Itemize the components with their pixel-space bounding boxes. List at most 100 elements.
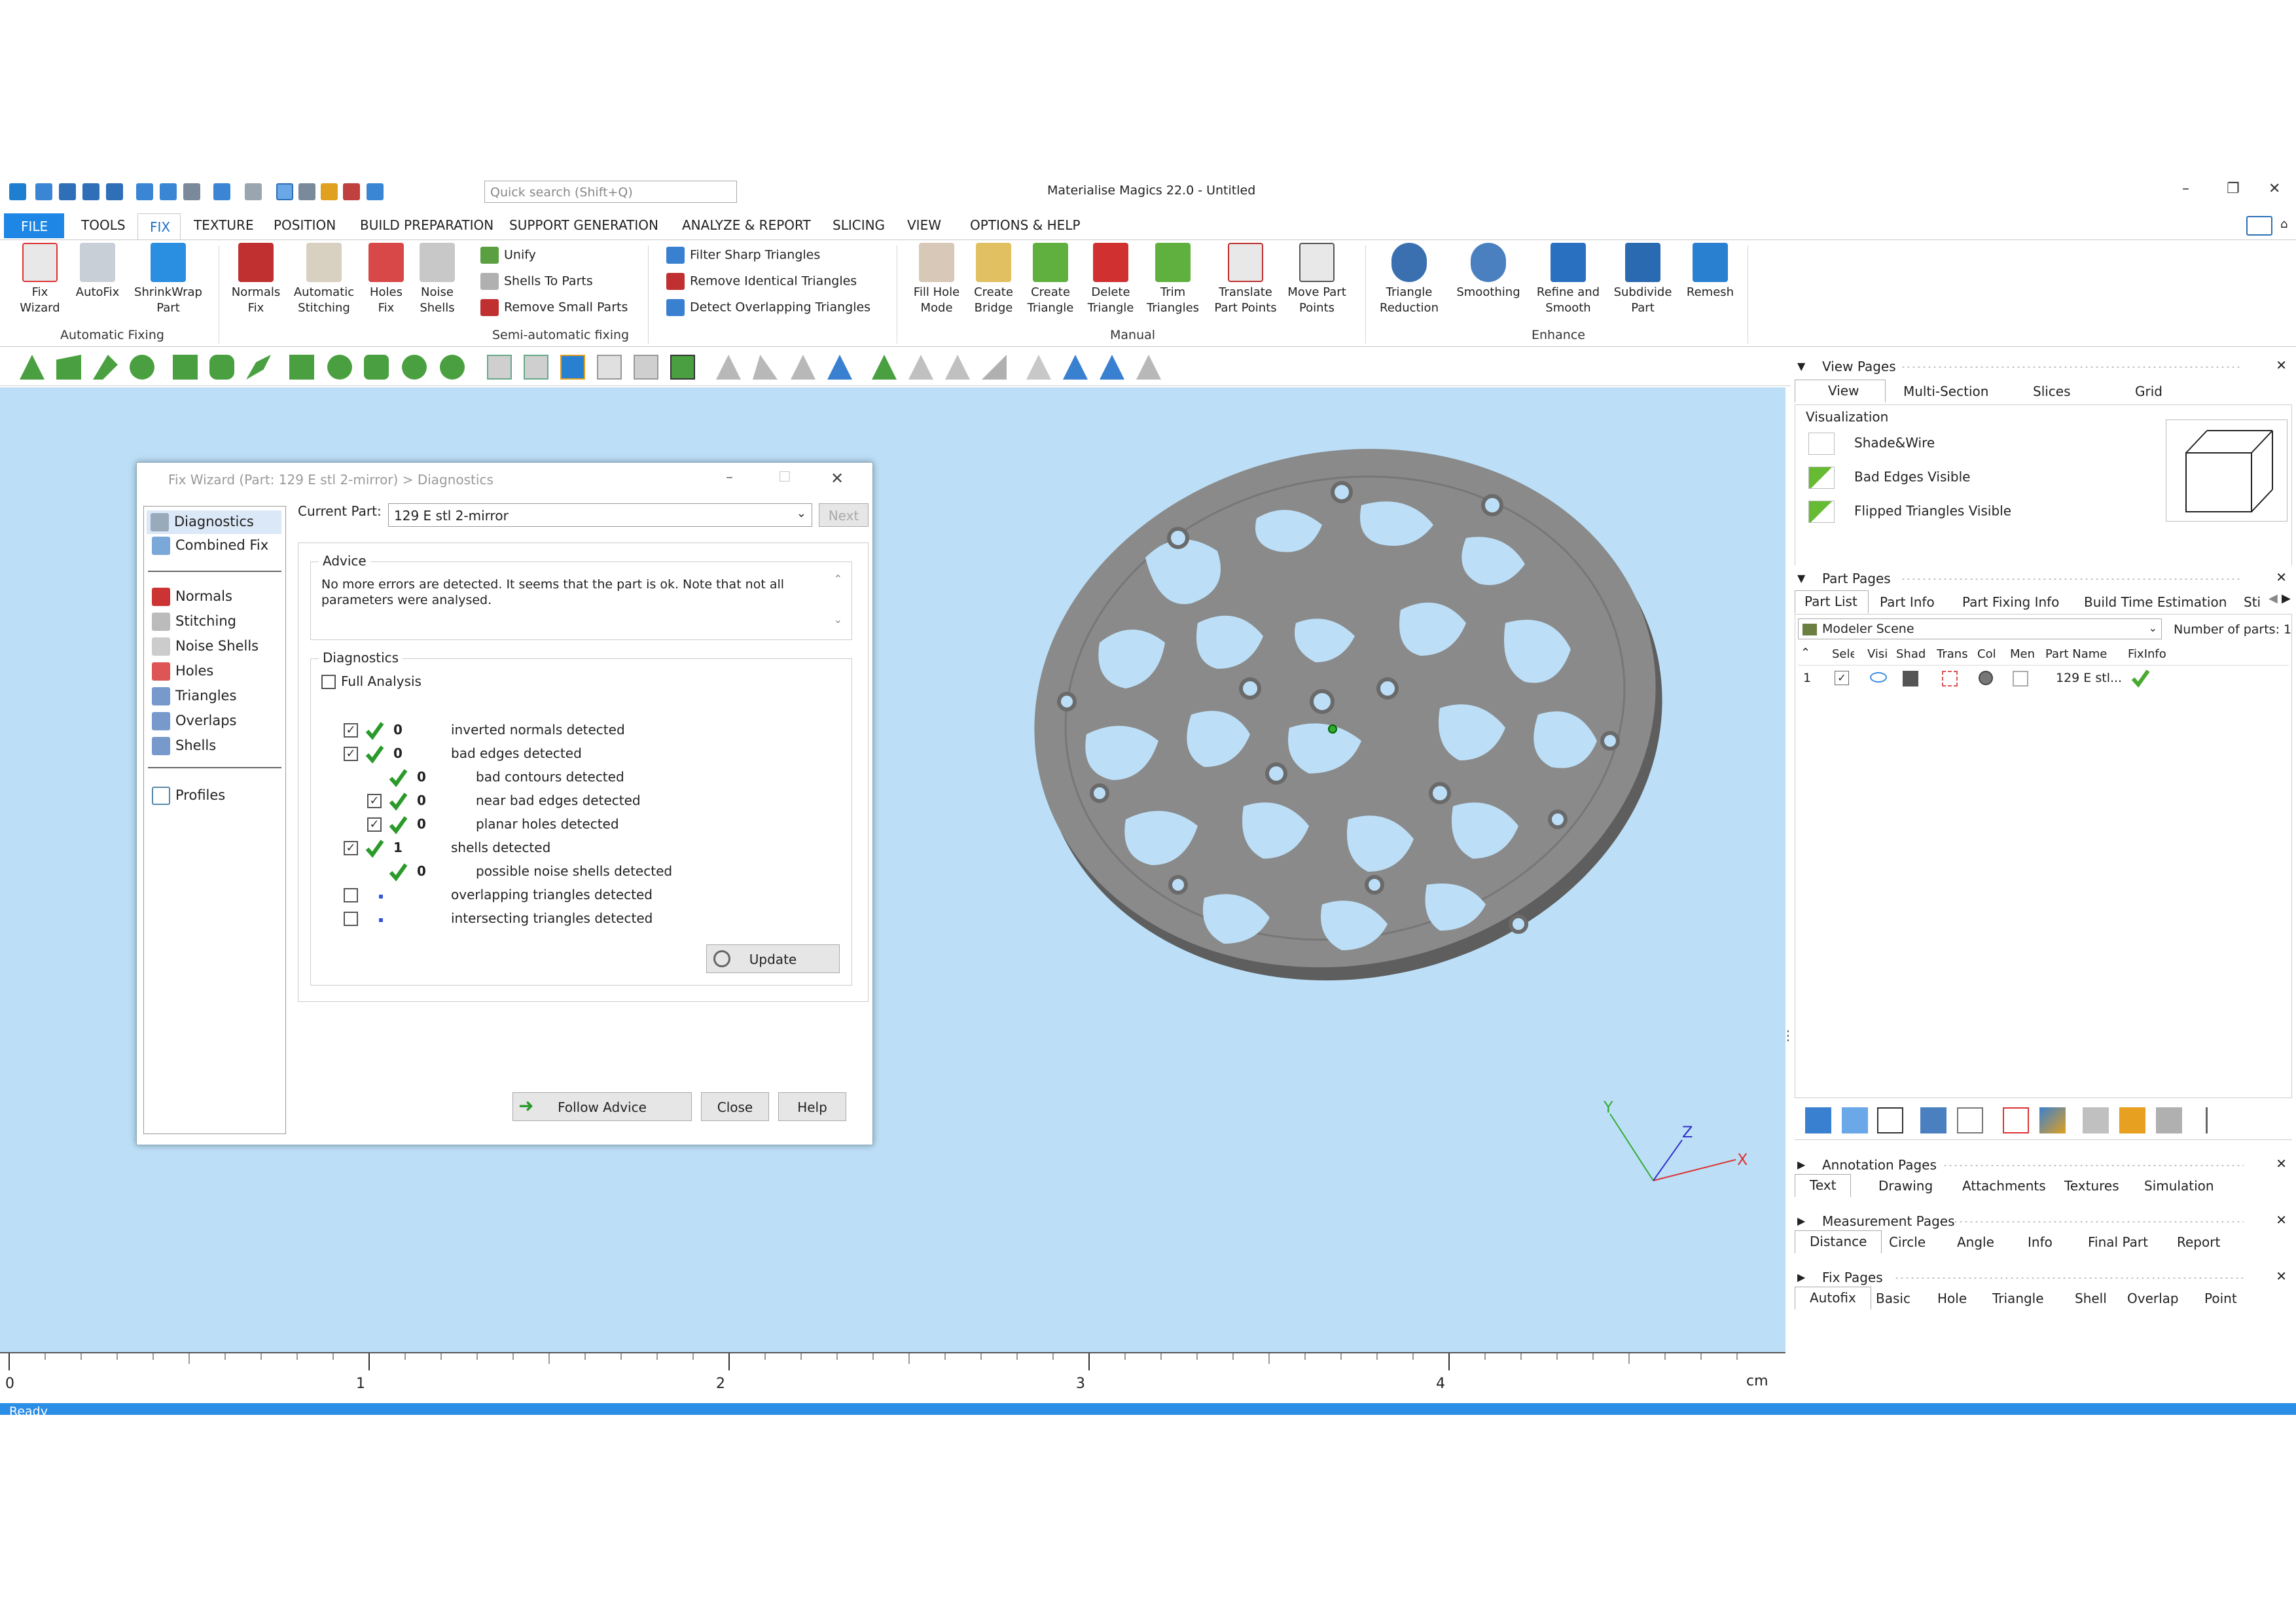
new-icon[interactable] <box>35 183 52 200</box>
tab-overlap[interactable]: Overlap <box>2127 1291 2179 1306</box>
eye-icon[interactable] <box>1870 672 1887 683</box>
tab-report[interactable]: Report <box>2177 1234 2220 1250</box>
part-shrink-icon[interactable] <box>634 355 658 380</box>
select-mode-icon[interactable] <box>276 183 293 200</box>
mark-shell-icon[interactable] <box>130 355 154 380</box>
automatic-stitching-button[interactable]: Automatic Stitching <box>289 243 359 316</box>
col-men[interactable]: Men <box>2010 647 2035 661</box>
unmark-icon-4[interactable] <box>982 355 1007 380</box>
save-part-icon[interactable] <box>160 183 177 200</box>
help-button[interactable]: Help <box>778 1092 846 1121</box>
tab-texture[interactable]: TEXTURE <box>194 217 254 233</box>
tab-sti-truncated[interactable]: Sti <box>2244 594 2266 610</box>
transparent-cube-icon[interactable] <box>1942 671 1958 687</box>
nav-overlaps[interactable]: Overlaps <box>152 712 237 730</box>
mark-connected-icon[interactable] <box>327 355 352 380</box>
edge-icon-4[interactable] <box>1136 355 1161 380</box>
tab-fix[interactable]: FIX <box>137 213 181 241</box>
col-visi[interactable]: Visi <box>1867 647 1892 661</box>
tab-file[interactable]: FILE <box>4 213 64 238</box>
normals-fix-button[interactable]: Normals Fix <box>228 243 284 316</box>
fix-pages-close-icon[interactable]: ✕ <box>2276 1268 2287 1284</box>
advice-scroll-down-icon[interactable]: ⌄ <box>834 613 842 626</box>
planar-holes-checkbox[interactable]: ✓ <box>367 817 382 832</box>
tab-analyze-report[interactable]: ANALYZE & REPORT <box>682 217 811 233</box>
pan-icon[interactable] <box>298 183 315 200</box>
unmark-red-icon[interactable] <box>872 355 897 380</box>
mark-plane-icon[interactable] <box>56 355 81 380</box>
follow-advice-button[interactable]: ➜ Follow Advice <box>512 1092 692 1121</box>
nav-holes[interactable]: Holes <box>152 662 213 681</box>
tab-basic[interactable]: Basic <box>1876 1291 1910 1306</box>
holes-fix-button[interactable]: Holes Fix <box>363 243 410 316</box>
tab-distance[interactable]: Distance <box>1795 1230 1882 1253</box>
tab-build-preparation[interactable]: BUILD PREPARATION <box>360 217 493 233</box>
unload-icon[interactable] <box>183 183 200 200</box>
col-sele[interactable]: Sele <box>1832 647 1854 661</box>
tab-autofix[interactable]: Autofix <box>1795 1287 1871 1310</box>
tab-view[interactable]: VIEW <box>907 217 941 233</box>
unload-part-icon[interactable] <box>2003 1107 2029 1133</box>
open-icon[interactable] <box>59 183 76 200</box>
advice-scroll-up-icon[interactable]: ⌃ <box>834 573 842 585</box>
mark-triangle-icon[interactable] <box>20 355 45 380</box>
search-icon[interactable] <box>367 183 384 200</box>
ribbon-collapse-icon[interactable]: ⌂ <box>2280 217 2287 231</box>
app-logo-icon[interactable] <box>9 183 26 200</box>
filter-icon-2[interactable] <box>753 355 778 380</box>
col-trans[interactable]: Trans <box>1937 647 1968 661</box>
view-pages-header[interactable]: ▼ View Pages ✕ <box>1791 353 2296 378</box>
dialog-close-icon[interactable]: ✕ <box>831 469 844 488</box>
unmark-icon-3[interactable] <box>945 355 970 380</box>
tab-multi-section[interactable]: Multi-Section <box>1903 383 1988 399</box>
ribbon-settings-icon[interactable] <box>2246 216 2272 236</box>
color-circle-icon[interactable] <box>1979 671 1993 685</box>
nav-normals[interactable]: Normals <box>152 588 232 606</box>
redo-icon[interactable] <box>245 183 262 200</box>
fix-wizard-button[interactable]: Fix Wizard <box>12 243 68 316</box>
mark-contour-icon[interactable] <box>209 355 234 380</box>
eraser-icon[interactable] <box>2119 1107 2145 1133</box>
annotation-pages-close-icon[interactable]: ✕ <box>2276 1156 2287 1171</box>
undo-icon[interactable] <box>213 183 230 200</box>
mark-cluster-icon[interactable] <box>364 355 389 380</box>
part-invert-icon[interactable] <box>524 355 548 380</box>
import-icon[interactable] <box>136 183 153 200</box>
mark-all-icon[interactable] <box>289 355 314 380</box>
remesh-button[interactable]: Remesh <box>1681 243 1740 300</box>
save-all-icon[interactable] <box>106 183 123 200</box>
zoom-fit-icon[interactable] <box>343 183 360 200</box>
trim-triangles-button[interactable]: Trim Triangles <box>1143 243 1203 316</box>
move-part-points-button[interactable]: Move Part Points <box>1284 243 1350 316</box>
part-pages-close-icon[interactable]: ✕ <box>2276 569 2287 585</box>
mark-polyline-icon[interactable] <box>246 355 271 380</box>
autofix-button[interactable]: AutoFix <box>71 243 124 300</box>
color-part-icon[interactable] <box>2039 1107 2066 1133</box>
edge-icon-2[interactable] <box>1063 355 1088 380</box>
nav-combined-fix[interactable]: Combined Fix <box>152 537 268 555</box>
remove-small-parts-button[interactable]: Remove Small Parts <box>480 299 628 316</box>
tab-attachments[interactable]: Attachments <box>1962 1178 2046 1194</box>
translate-part-points-button[interactable]: Translate Part Points <box>1210 243 1282 316</box>
zoom-icon[interactable] <box>321 183 338 200</box>
intersecting-triangles-checkbox[interactable] <box>344 912 358 926</box>
tab-drawing[interactable]: Drawing <box>1878 1178 1933 1194</box>
tab-text[interactable]: Text <box>1795 1174 1852 1197</box>
col-shad[interactable]: Shad <box>1896 647 1926 661</box>
table-row[interactable]: 1 ✓ 129 E stl... <box>1798 669 2289 690</box>
tab-position[interactable]: POSITION <box>274 217 336 233</box>
measurement-pages-close-icon[interactable]: ✕ <box>2276 1212 2287 1228</box>
scene-select[interactable]: Modeler Scene ⌄ <box>1798 618 2162 639</box>
tab-tools[interactable]: TOOLS <box>81 217 126 233</box>
edge-icon-1[interactable] <box>1026 355 1051 380</box>
unmark-icon-2[interactable] <box>908 355 933 380</box>
create-bridge-button[interactable]: Create Bridge <box>967 243 1020 316</box>
shaded-cube-icon[interactable] <box>1903 671 1918 687</box>
view-pages-close-icon[interactable]: ✕ <box>2276 357 2287 373</box>
tab-part-info[interactable]: Part Info <box>1880 594 1935 610</box>
flipped-triangles-visible-dropdown[interactable]: Flipped Triangles Visible <box>1808 501 2011 523</box>
filter-icon-4[interactable] <box>827 355 852 380</box>
tab-slicing[interactable]: SLICING <box>833 217 885 233</box>
col-col[interactable]: Col <box>1977 647 1996 661</box>
close-icon[interactable]: ✕ <box>2269 181 2280 197</box>
